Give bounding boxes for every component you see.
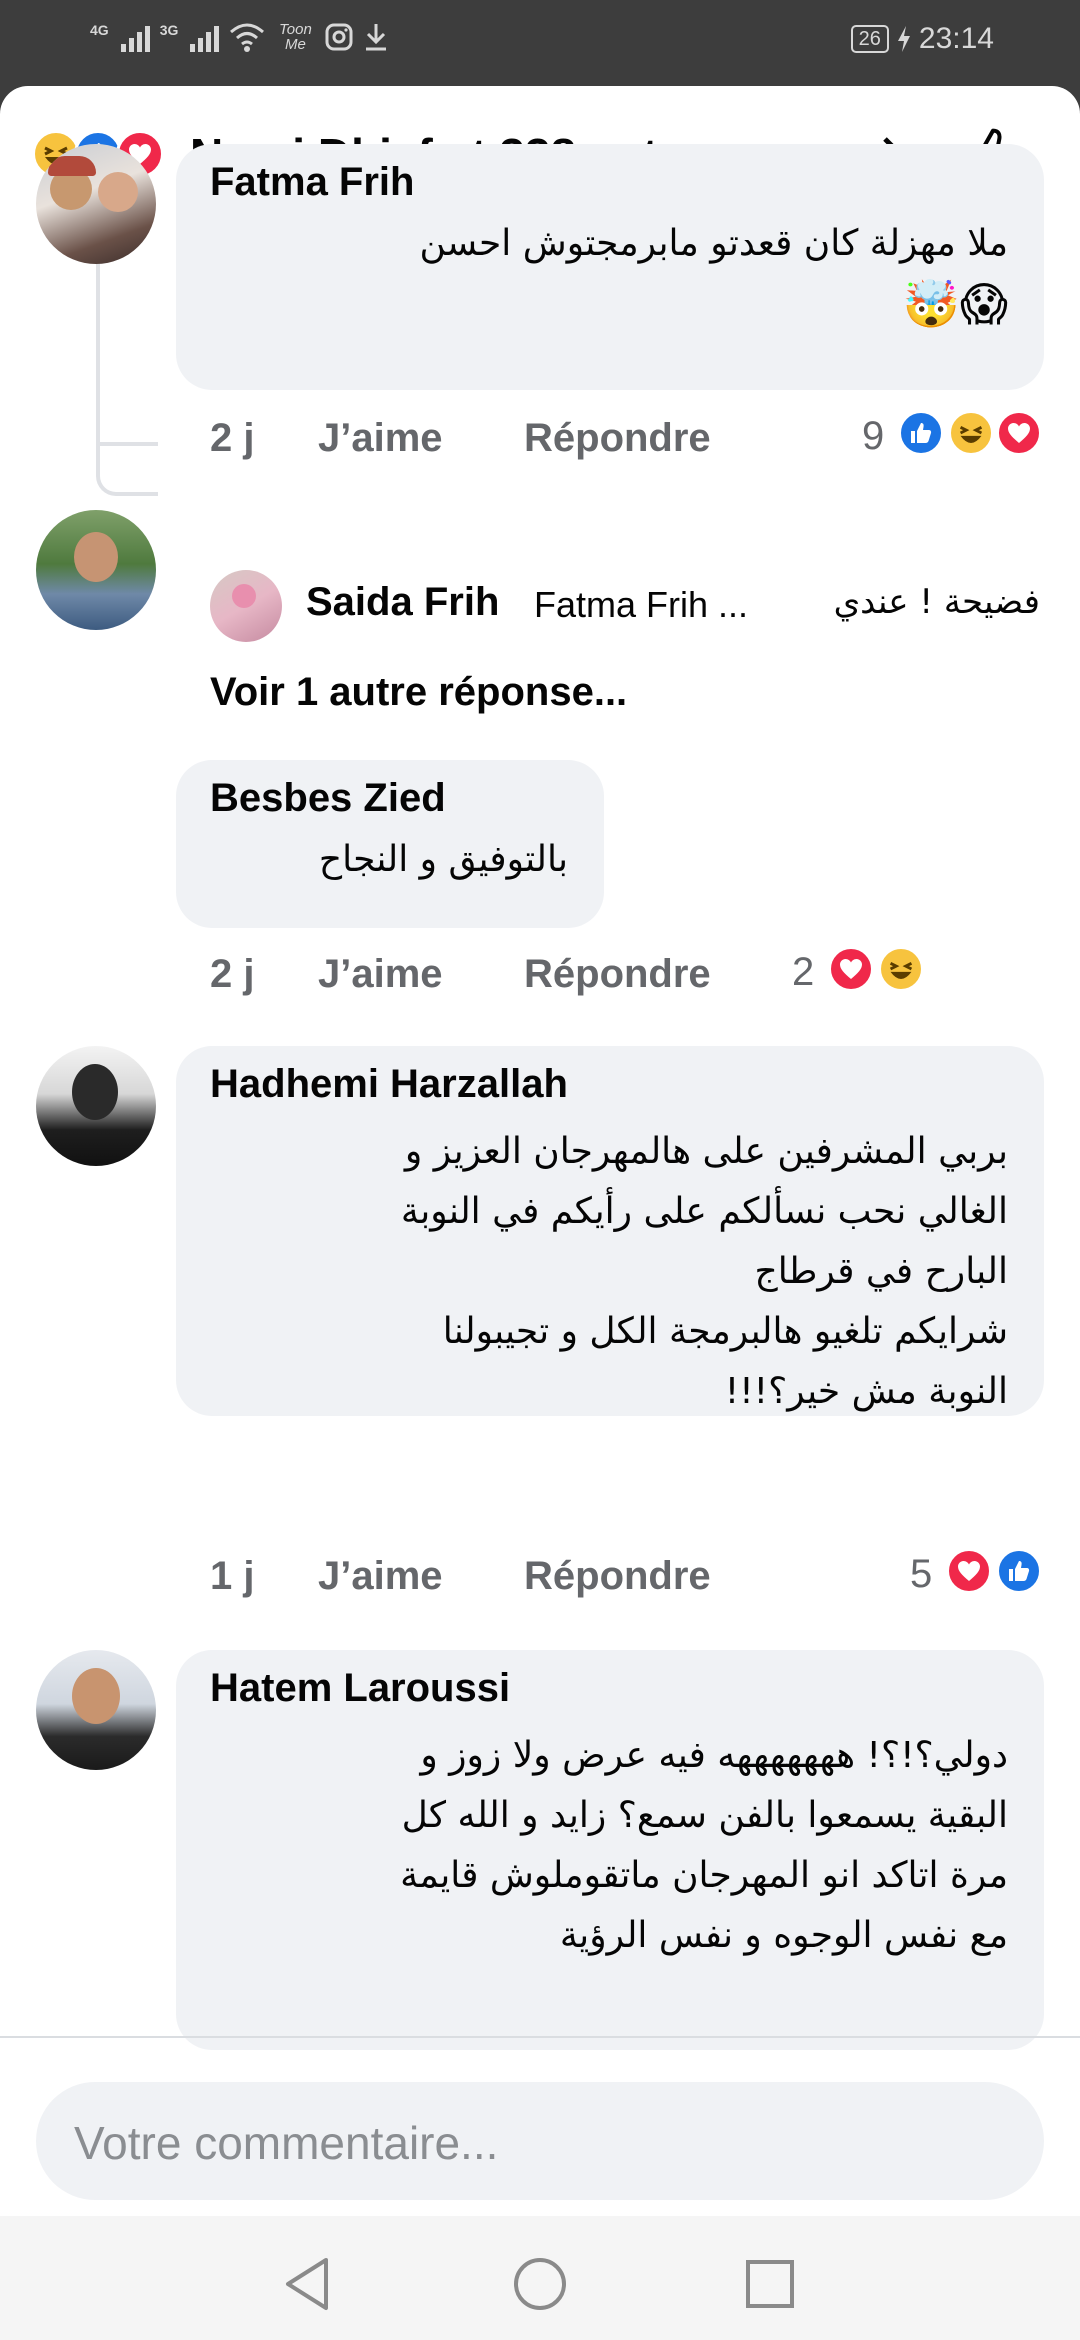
reply-text[interactable]: فضيحة ! عندي: [834, 582, 1040, 622]
instagram-icon: [325, 23, 353, 51]
comment-text: ملا مهزلة كان قعدتو مابرمجتوش احسن 😱🤯: [419, 223, 1008, 331]
signal-icon: [120, 22, 150, 52]
back-icon[interactable]: [282, 2256, 332, 2312]
reply-link[interactable]: Répondre: [524, 416, 711, 461]
like-link[interactable]: J’aime: [318, 416, 443, 461]
like-icon: [898, 410, 944, 456]
comment-author[interactable]: Hatem Laroussi: [210, 1666, 510, 1711]
avatar[interactable]: [36, 510, 156, 630]
love-icon: [828, 946, 874, 992]
avatar[interactable]: [36, 144, 156, 264]
like-link[interactable]: J’aime: [318, 1554, 443, 1599]
battery-level: 26: [850, 25, 889, 53]
comment-author[interactable]: Hadhemi Harzallah: [210, 1062, 568, 1107]
comment-time: 1 j: [210, 1554, 255, 1598]
avatar[interactable]: [36, 1650, 156, 1770]
reply-mention[interactable]: Fatma Frih ...: [534, 584, 748, 626]
comment-bubble[interactable]: Fatma Frih ملا مهزلة كان قعدتو مابرمجتوش…: [176, 144, 1044, 390]
clock: 23:14: [918, 22, 994, 55]
avatar[interactable]: [36, 1046, 156, 1166]
download-icon: [366, 24, 387, 51]
comment-text: بربي المشرفين على هالمهرجان العزيز و الغ…: [400, 1131, 1008, 1412]
app-tag: Toon Me: [278, 21, 312, 53]
reply-link[interactable]: Répondre: [524, 1554, 711, 1599]
thread-line: [96, 242, 158, 496]
view-more-replies-link[interactable]: Voir 1 autre réponse...: [210, 670, 627, 715]
thread-branch: [96, 442, 158, 446]
divider: [0, 2036, 1080, 2038]
comment-bubble[interactable]: Hatem Laroussi دولي؟!؟! هههههههه فيه عرض…: [176, 1650, 1044, 2050]
love-icon: [996, 410, 1042, 456]
haha-icon: [948, 410, 994, 456]
comment-bubble[interactable]: Hadhemi Harzallah بربي المشرفين على هالم…: [176, 1046, 1044, 1416]
haha-icon: [878, 946, 924, 992]
network-type-2: 3G: [159, 22, 179, 38]
comments-sheet: Nasri Dhiaf et 338 autres... Fatma Frih …: [0, 86, 1080, 2340]
recents-icon[interactable]: [744, 2258, 796, 2310]
reaction-count[interactable]: 2: [792, 950, 814, 995]
comment-time: 2 j: [210, 952, 255, 996]
reaction-count[interactable]: 5: [910, 1552, 932, 1597]
signal-icon-2: [190, 22, 220, 52]
reply-avatar[interactable]: [210, 570, 282, 642]
comment-text: بالتوفيق و النجاح: [318, 839, 568, 880]
network-type-1: 4G: [90, 22, 109, 38]
home-icon[interactable]: [512, 2256, 568, 2312]
reply-author[interactable]: Saida Frih: [306, 580, 499, 625]
comment-text: دولي؟!؟! هههههههه فيه عرض ولا زوز و البق…: [400, 1735, 1008, 1956]
wifi-icon: [230, 23, 265, 52]
comment-input-placeholder: Votre commentaire...: [74, 2117, 499, 2169]
reply-link[interactable]: Répondre: [524, 952, 711, 997]
love-icon: [946, 1548, 992, 1594]
comment-bubble[interactable]: Besbes Zied بالتوفيق و النجاح: [176, 760, 604, 928]
reaction-count[interactable]: 9: [862, 414, 884, 459]
comment-author[interactable]: Fatma Frih: [210, 160, 414, 205]
status-bar: 4G 3G Toon Me 26 23:14: [0, 0, 1080, 84]
comment-time: 2 j: [210, 416, 255, 460]
like-link[interactable]: J’aime: [318, 952, 443, 997]
system-nav-bar: [0, 2216, 1080, 2340]
comment-input[interactable]: Votre commentaire...: [36, 2082, 1044, 2200]
like-icon: [996, 1548, 1042, 1594]
charging-icon: [897, 26, 910, 52]
comment-author[interactable]: Besbes Zied: [210, 776, 446, 821]
